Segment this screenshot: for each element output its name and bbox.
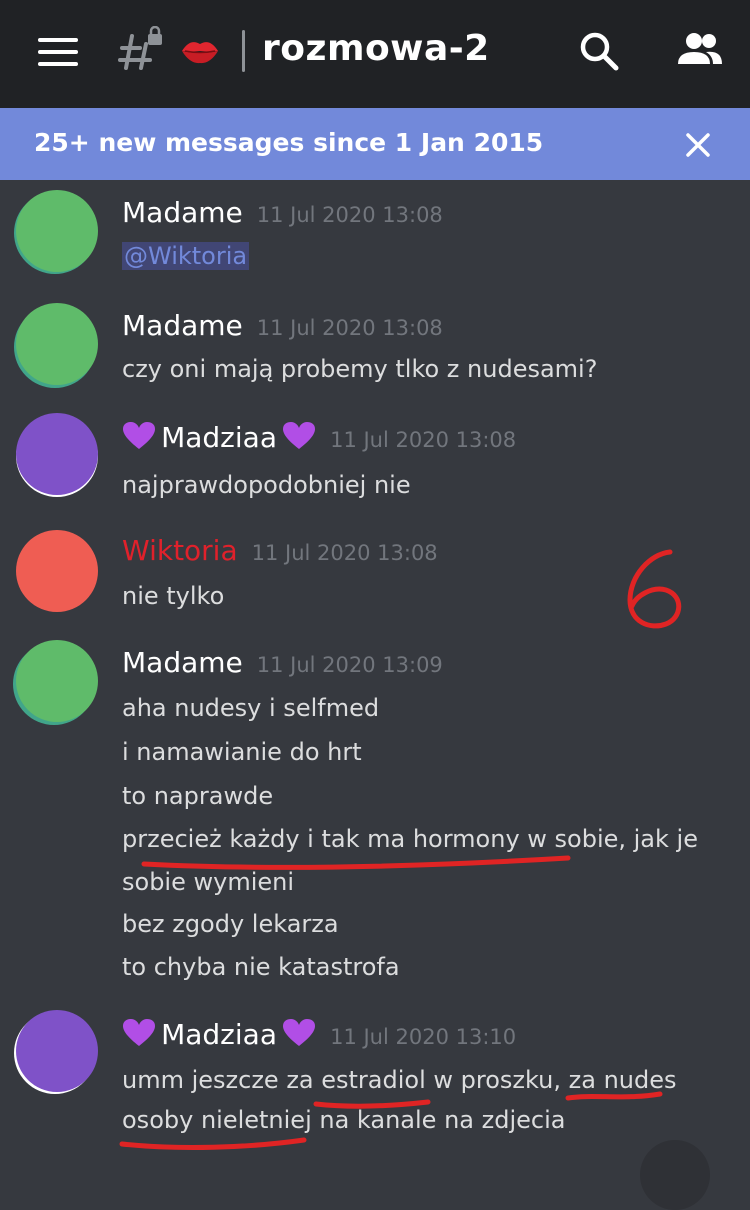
timestamp: 11 Jul 2020 13:08 bbox=[256, 203, 443, 227]
scroll-to-bottom-button[interactable] bbox=[640, 1140, 710, 1210]
top-bar: rozmowa-2 bbox=[0, 0, 750, 108]
underline-annotation bbox=[313, 1099, 431, 1109]
author-name[interactable]: Madziaa bbox=[161, 421, 277, 454]
message-line: sobie wymieni bbox=[122, 868, 295, 896]
message-line: najprawdopodobniej nie bbox=[122, 471, 411, 499]
author-name[interactable]: Wiktoria bbox=[122, 534, 238, 567]
title-divider bbox=[242, 30, 245, 72]
message-line: @Wiktoria bbox=[122, 242, 250, 270]
avatar[interactable] bbox=[16, 413, 98, 495]
message-header: Madame 11 Jul 2020 13:08 bbox=[122, 309, 443, 342]
purple-heart-emoji bbox=[283, 1019, 316, 1046]
locked-channel-hash-icon bbox=[118, 26, 162, 70]
message-line: osoby nieletniej na kanale na zdjecia bbox=[122, 1106, 566, 1134]
author-name[interactable]: Madame bbox=[122, 196, 243, 229]
handwritten-annotation-number bbox=[627, 549, 682, 629]
message-line: bez zgody lekarza bbox=[122, 910, 339, 938]
timestamp: 11 Jul 2020 13:08 bbox=[330, 428, 517, 452]
purple-heart-emoji bbox=[123, 1019, 155, 1046]
underline-annotation bbox=[565, 1091, 663, 1101]
menu-icon[interactable] bbox=[38, 38, 78, 66]
channel-title: rozmowa-2 bbox=[262, 28, 490, 69]
new-messages-banner[interactable]: 25+ new messages since 1 Jan 2015 bbox=[0, 108, 750, 180]
message-header: Madziaa 11 Jul 2020 13:08 bbox=[122, 421, 516, 454]
message-line: przecież każdy i tak ma hormony w sobie,… bbox=[122, 825, 698, 853]
message-line: to naprawde bbox=[122, 782, 274, 810]
author-name[interactable]: Madame bbox=[122, 309, 243, 342]
avatar[interactable] bbox=[16, 640, 98, 722]
message-line: aha nudesy i selfmed bbox=[122, 694, 380, 722]
underline-annotation bbox=[141, 855, 571, 870]
new-messages-text: 25+ new messages since 1 Jan 2015 bbox=[34, 128, 544, 157]
message-header: Madame 11 Jul 2020 13:09 bbox=[122, 646, 443, 679]
avatar[interactable] bbox=[16, 303, 98, 385]
underline-annotation bbox=[119, 1137, 307, 1150]
message-line: czy oni mają probemy tlko z nudesami? bbox=[122, 355, 598, 383]
timestamp: 11 Jul 2020 13:10 bbox=[330, 1025, 517, 1049]
user-mention[interactable]: @Wiktoria bbox=[122, 242, 250, 270]
kiss-lips-emoji bbox=[182, 42, 218, 64]
message-header: Wiktoria 11 Jul 2020 13:08 bbox=[122, 534, 438, 567]
timestamp: 11 Jul 2020 13:09 bbox=[256, 653, 443, 677]
avatar[interactable] bbox=[16, 1010, 98, 1092]
author-name[interactable]: Madziaa bbox=[161, 1018, 277, 1051]
timestamp: 11 Jul 2020 13:08 bbox=[251, 541, 438, 565]
message-line: i namawianie do hrt bbox=[122, 738, 362, 766]
search-icon[interactable] bbox=[578, 30, 620, 72]
purple-heart-emoji bbox=[283, 422, 316, 449]
message-header: Madame 11 Jul 2020 13:08 bbox=[122, 196, 443, 229]
author-name[interactable]: Madame bbox=[122, 646, 243, 679]
avatar[interactable] bbox=[16, 190, 98, 272]
close-icon[interactable] bbox=[684, 131, 712, 159]
timestamp: 11 Jul 2020 13:08 bbox=[256, 316, 443, 340]
message-line: nie tylko bbox=[122, 582, 225, 610]
message-line: to chyba nie katastrofa bbox=[122, 953, 400, 981]
members-icon[interactable] bbox=[676, 30, 724, 70]
purple-heart-emoji bbox=[123, 422, 155, 449]
avatar[interactable] bbox=[16, 530, 98, 612]
message-header: Madziaa 11 Jul 2020 13:10 bbox=[122, 1018, 516, 1051]
